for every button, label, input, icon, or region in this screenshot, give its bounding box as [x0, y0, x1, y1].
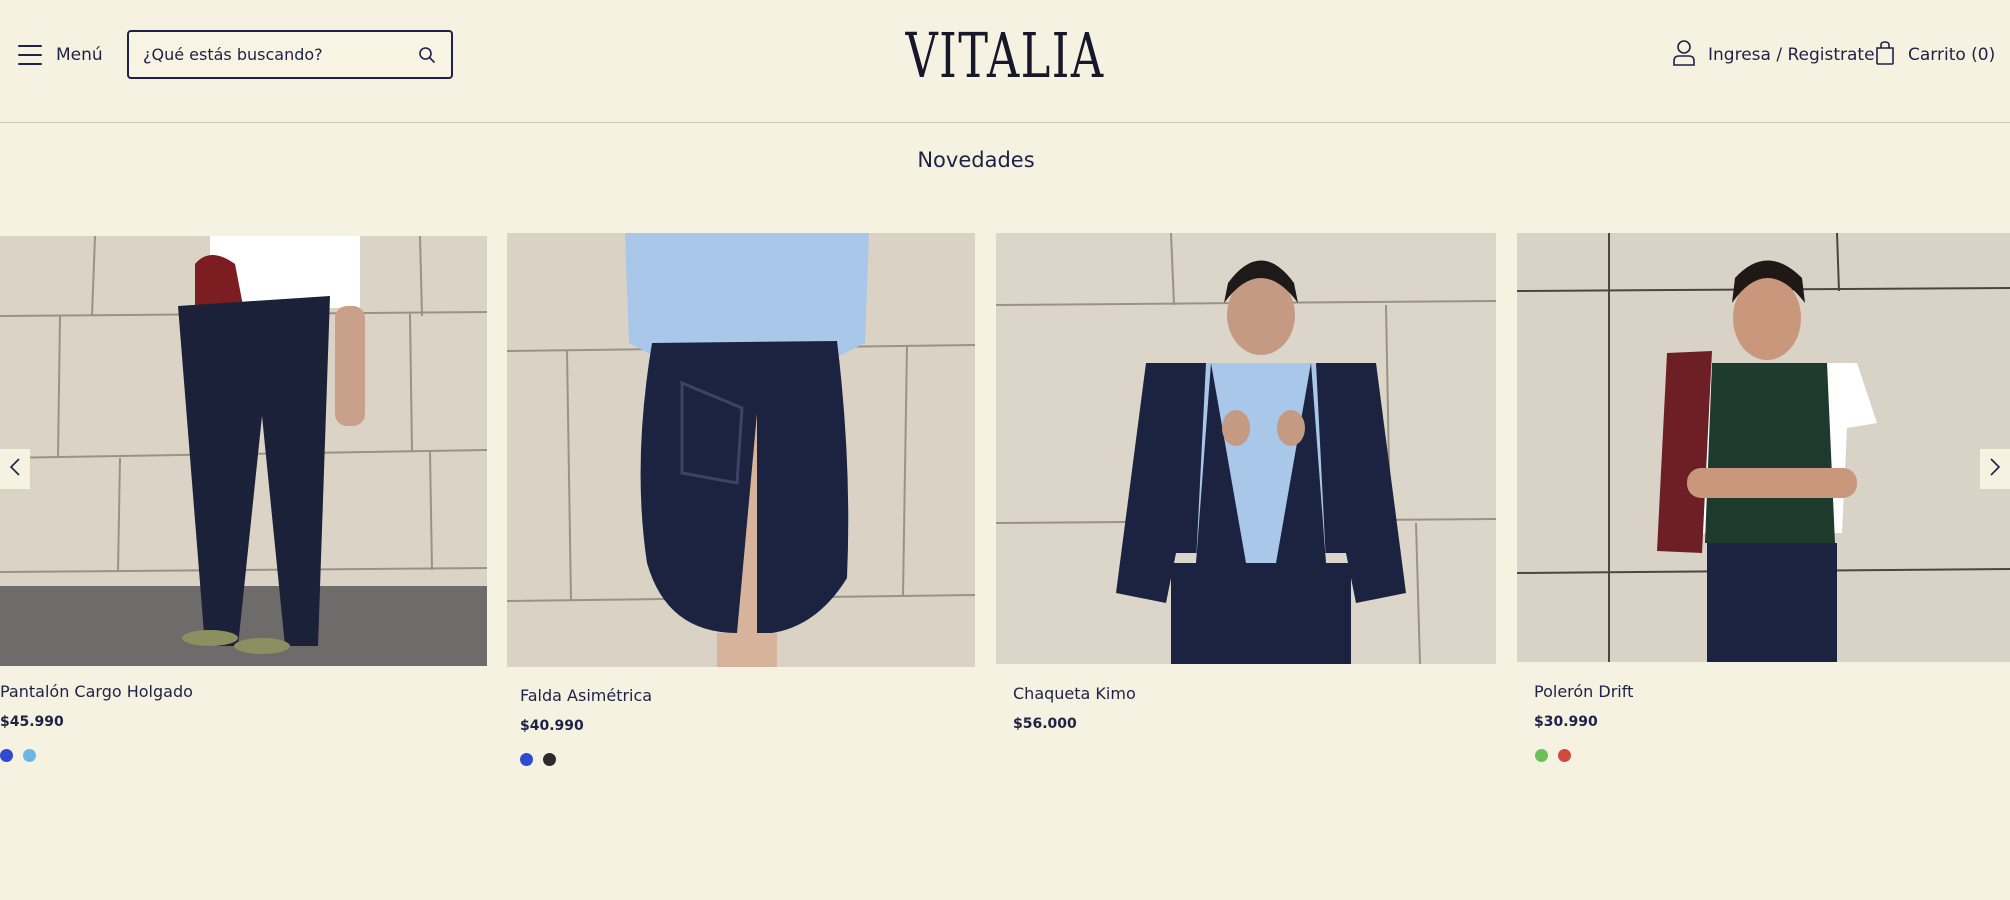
user-icon — [1672, 39, 1696, 71]
account-link[interactable]: Ingresa / Registrate — [1672, 38, 1875, 72]
logo-wrapper: VITALIA — [281, 22, 1728, 90]
product-name[interactable]: Falda Asimétrica — [520, 686, 652, 705]
color-swatches — [1535, 749, 1571, 762]
section-title: Novedades — [917, 148, 1035, 172]
product-image[interactable] — [0, 236, 487, 666]
chevron-right-icon — [1989, 457, 2001, 481]
menu-label: Menú — [56, 45, 103, 65]
search-box — [127, 30, 453, 79]
carousel-next-button[interactable] — [1980, 449, 2010, 489]
product-name[interactable]: Polerón Drift — [1534, 682, 1633, 701]
search-icon[interactable] — [417, 45, 437, 65]
product-image[interactable] — [996, 233, 1496, 664]
product-price: $40.990 — [520, 718, 584, 734]
color-swatch[interactable] — [23, 749, 36, 762]
chevron-left-icon — [9, 457, 21, 481]
product-price: $56.000 — [1013, 716, 1077, 732]
color-swatch[interactable] — [1558, 749, 1571, 762]
carousel-prev-button[interactable] — [0, 449, 30, 489]
color-swatch[interactable] — [0, 749, 13, 762]
product-name[interactable]: Pantalón Cargo Holgado — [0, 682, 193, 701]
color-swatch[interactable] — [543, 753, 556, 766]
product-image[interactable] — [507, 233, 975, 667]
color-swatches — [520, 753, 556, 766]
hamburger-icon — [18, 45, 42, 65]
product-price: $45.990 — [0, 714, 64, 730]
color-swatches — [0, 749, 36, 762]
color-swatch[interactable] — [520, 753, 533, 766]
account-label: Ingresa / Registrate — [1708, 45, 1875, 65]
color-swatch[interactable] — [1535, 749, 1548, 762]
product-price: $30.990 — [1534, 714, 1598, 730]
logo[interactable]: VITALIA — [905, 19, 1104, 92]
site-header: Menú VITALIA Ingresa / Registrate — [0, 0, 2010, 123]
cart-label: Carrito (0) — [1908, 45, 1996, 65]
menu-button[interactable]: Menú — [18, 40, 103, 70]
shopping-bag-icon — [1874, 40, 1896, 70]
search-input[interactable] — [143, 45, 417, 64]
cart-link[interactable]: Carrito (0) — [1874, 38, 1995, 72]
product-image[interactable] — [1517, 233, 2010, 662]
product-name[interactable]: Chaqueta Kimo — [1013, 684, 1136, 703]
